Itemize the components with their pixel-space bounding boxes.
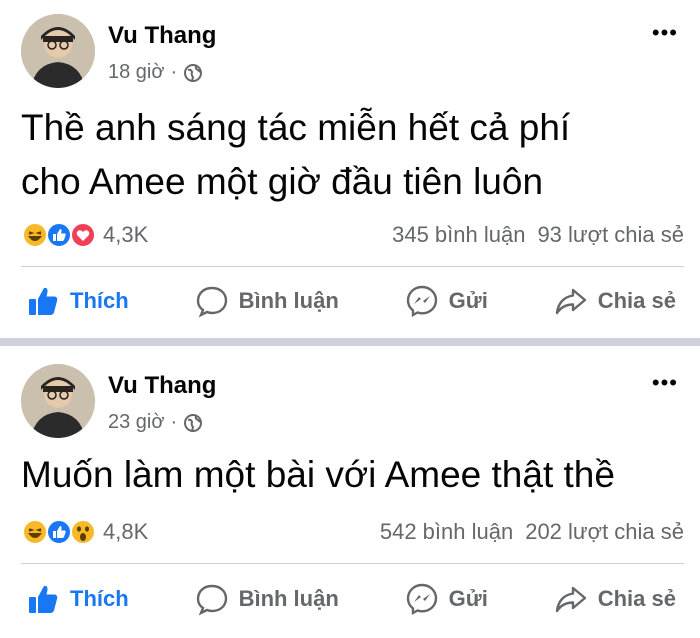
- post-stats: 4,3K 345 bình luận 93 lượt chia sẻ: [21, 221, 684, 249]
- post-text: Muốn làm một bài với Amee thật thề: [21, 448, 684, 502]
- post-meta: 23 giờ ·: [108, 411, 203, 434]
- comment-button[interactable]: Bình luận: [195, 582, 339, 616]
- divider-line: [21, 563, 684, 564]
- messenger-icon: [406, 285, 437, 318]
- more-options-icon[interactable]: •••: [652, 370, 678, 396]
- post-text-line: Thề anh sáng tác miễn hết cả phí: [21, 107, 571, 148]
- action-bar: Thích Bình luận Gửi Chia sẻ: [0, 582, 700, 616]
- author-name[interactable]: Vu Thang: [108, 372, 216, 400]
- separator: ·: [170, 61, 178, 83]
- share-icon: [555, 586, 586, 613]
- like-button[interactable]: Thích: [26, 284, 129, 318]
- comment-label: Bình luận: [238, 586, 339, 611]
- shares-count[interactable]: 202 lượt chia sẻ: [525, 519, 684, 545]
- thumbs-up-icon: [29, 287, 58, 315]
- send-button[interactable]: Gửi: [405, 284, 488, 318]
- globe-icon: [184, 63, 203, 82]
- post-separator: [0, 338, 700, 346]
- like-label: Thích: [70, 586, 129, 611]
- send-label: Gửi: [448, 288, 488, 313]
- send-button[interactable]: Gửi: [405, 582, 488, 616]
- share-button[interactable]: Chia sẻ: [554, 284, 676, 318]
- post-text-line: cho Amee một giờ đầu tiên luôn: [21, 161, 544, 202]
- thumbs-up-icon: [29, 585, 58, 613]
- more-options-icon[interactable]: •••: [652, 20, 678, 46]
- divider-line: [21, 266, 684, 267]
- post-time[interactable]: 18 giờ: [108, 61, 164, 84]
- post-text: Thề anh sáng tác miễn hết cả phí cho Ame…: [21, 101, 684, 209]
- shares-count[interactable]: 93 lượt chia sẻ: [537, 222, 684, 248]
- post-stats: 4,8K 542 bình luận 202 lượt chia sẻ: [21, 518, 684, 546]
- post-2: Vu Thang 23 giờ · ••• Muốn làm một bài v…: [0, 346, 700, 638]
- send-label: Gửi: [448, 586, 488, 611]
- avatar[interactable]: [21, 14, 95, 88]
- post-text-line: Muốn làm một bài với Amee thật thề: [21, 454, 615, 495]
- reaction-count: 4,3K: [103, 222, 149, 247]
- comment-button[interactable]: Bình luận: [195, 284, 339, 318]
- post-time[interactable]: 23 giờ: [108, 411, 164, 434]
- reaction-summary[interactable]: 4,8K: [21, 518, 148, 546]
- share-label: Chia sẻ: [597, 288, 676, 313]
- post-meta: 18 giờ ·: [108, 61, 203, 84]
- share-label: Chia sẻ: [597, 586, 676, 611]
- messenger-icon: [406, 583, 437, 616]
- comments-count[interactable]: 345 bình luận: [392, 222, 525, 248]
- love-icon: [70, 222, 96, 248]
- avatar[interactable]: [21, 364, 95, 438]
- post-1: Vu Thang 18 giờ · ••• Thề anh sáng tác m…: [0, 0, 700, 338]
- like-button[interactable]: Thích: [26, 582, 129, 616]
- share-button[interactable]: Chia sẻ: [554, 582, 676, 616]
- globe-icon: [184, 413, 203, 432]
- author-name[interactable]: Vu Thang: [108, 22, 216, 50]
- comment-icon: [196, 286, 227, 318]
- like-label: Thích: [70, 288, 129, 313]
- comments-count[interactable]: 542 bình luận: [380, 519, 513, 545]
- reaction-count: 4,8K: [103, 519, 149, 544]
- comment-label: Bình luận: [238, 288, 339, 313]
- reaction-summary[interactable]: 4,3K: [21, 221, 148, 249]
- wow-icon: [70, 519, 96, 545]
- separator: ·: [170, 411, 178, 433]
- comment-icon: [196, 584, 227, 616]
- action-bar: Thích Bình luận Gửi Chia sẻ: [0, 284, 700, 318]
- share-icon: [555, 288, 586, 315]
